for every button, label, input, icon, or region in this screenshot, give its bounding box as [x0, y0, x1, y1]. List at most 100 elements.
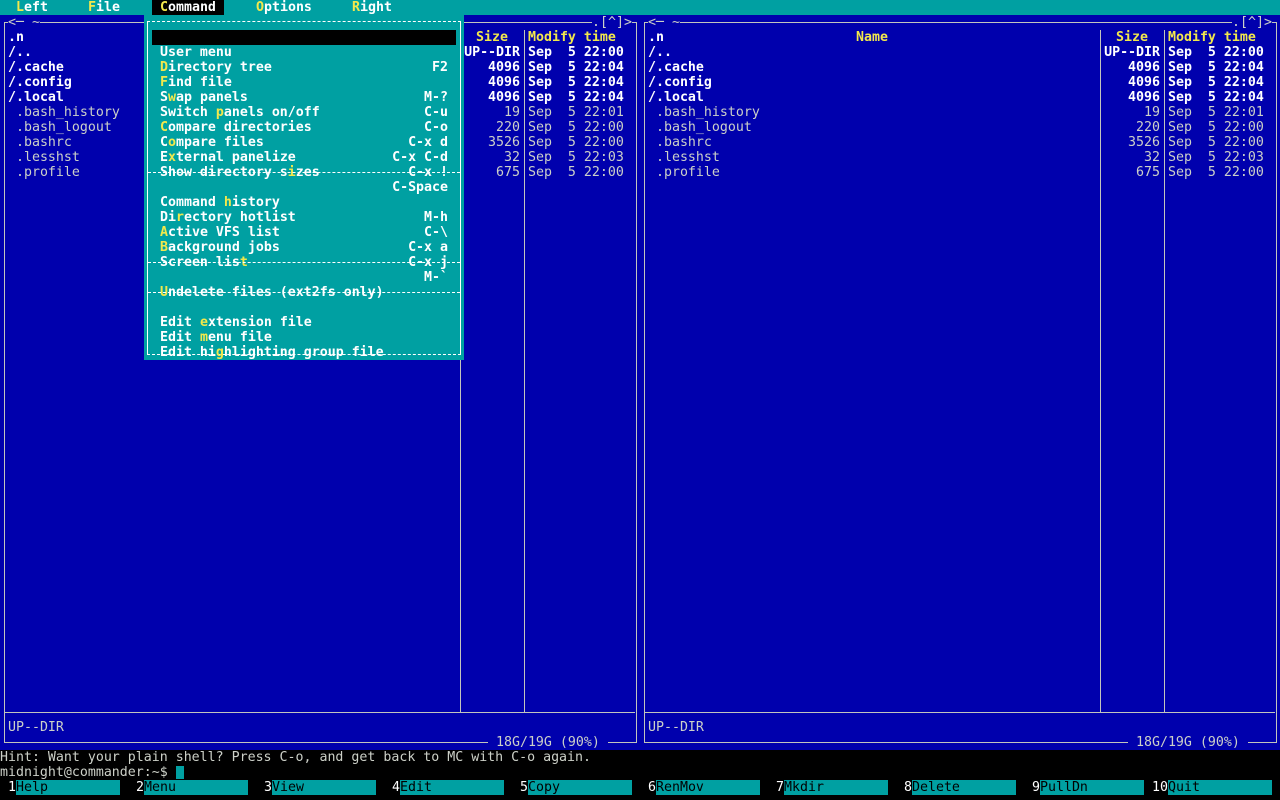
- menubar-hotkey: L: [16, 0, 24, 15]
- function-key-bar: 1 Help 2 Menu 3 View 4 Edit 5 Copy 6 RenMov 7M…: [0, 780, 1280, 795]
- file-mtime: Sep 5 22:00: [528, 165, 624, 180]
- menubar-label: ptions: [264, 0, 312, 15]
- file-row[interactable]: .lesshst 32 Sep 5 22:03: [644, 150, 1276, 165]
- file-name: .bash_history: [648, 105, 760, 120]
- fnkey-label: Edit: [400, 780, 504, 795]
- file-name: .bash_logout: [8, 120, 112, 135]
- file-size: UP--DIR: [464, 45, 520, 60]
- menu-item-undelete-files[interactable]: Undelete files (ext2fs only): [152, 270, 456, 300]
- menu-item-user-menu[interactable]: User menu F2: [152, 30, 456, 75]
- file-row[interactable]: .profile 675 Sep 5 22:00: [644, 165, 1276, 180]
- file-mtime: Sep 5 22:00: [528, 45, 624, 60]
- menu-item-label: Edit highlighting group file: [160, 345, 384, 360]
- menu-item-edit-extension-file[interactable]: Edit extension file: [152, 300, 456, 330]
- mini-status: UP--DIR: [8, 720, 64, 735]
- fnkey-label: Delete: [912, 780, 1016, 795]
- right-panel: <─ ~ .[^]> .n Name Size Modify time /.. …: [640, 15, 1280, 750]
- file-name: /.local: [648, 90, 704, 105]
- command-dropdown-menu: User menu F2 Directory tree Find file M-…: [144, 15, 464, 360]
- menu-item-swap-panels[interactable]: Swap panels C-u: [152, 75, 456, 120]
- panel-updir-control[interactable]: .[^]>: [1232, 15, 1272, 30]
- fnkey-number: 1: [8, 780, 16, 795]
- fnkey-number: 10: [1152, 780, 1168, 795]
- mini-status: UP--DIR: [648, 720, 704, 735]
- menu-item-find-file[interactable]: Find file M-?: [152, 60, 456, 105]
- file-size: 4096: [488, 75, 520, 90]
- file-name: .profile: [8, 165, 80, 180]
- file-row[interactable]: .bash_logout 220 Sep 5 22:00: [644, 120, 1276, 135]
- menubar-hotkey: C: [160, 0, 168, 15]
- fnkey-number: 9: [1032, 780, 1040, 795]
- file-name: .bash_history: [8, 105, 120, 120]
- file-mtime: Sep 5 22:04: [528, 90, 624, 105]
- fnkey-number: 4: [392, 780, 400, 795]
- fnkey-number: 8: [904, 780, 912, 795]
- column-header-size[interactable]: Size: [464, 30, 520, 45]
- file-name: .lesshst: [648, 150, 720, 165]
- panel-path[interactable]: <─ ~: [648, 15, 680, 30]
- file-size: 19: [1144, 105, 1160, 120]
- file-mtime: Sep 5 22:00: [1168, 135, 1264, 150]
- fnkey-number: 2: [136, 780, 144, 795]
- file-mtime: Sep 5 22:04: [1168, 75, 1264, 90]
- file-size: 19: [504, 105, 520, 120]
- file-row[interactable]: /.cache 4096 Sep 5 22:04: [644, 60, 1276, 75]
- menu-item-directory-tree[interactable]: Directory tree: [152, 45, 456, 75]
- menu-item-switch-panels[interactable]: Switch panels on/off C-o: [152, 90, 456, 135]
- menubar-item-options[interactable]: Options: [248, 0, 320, 15]
- column-header-mtime[interactable]: Modify time: [528, 30, 616, 45]
- menubar-label: ommand: [168, 0, 216, 15]
- file-size: 675: [496, 165, 520, 180]
- file-mtime: Sep 5 22:04: [528, 60, 624, 75]
- column-header-mtime[interactable]: Modify time: [1168, 30, 1256, 45]
- file-size: 4096: [488, 60, 520, 75]
- panel-path[interactable]: <─ ~: [8, 15, 40, 30]
- menubar-hotkey: F: [88, 0, 96, 15]
- file-name: /.local: [8, 90, 64, 105]
- fnkey-number: 5: [520, 780, 528, 795]
- menubar-label: ile: [96, 0, 120, 15]
- menubar-item-command[interactable]: Command: [152, 0, 224, 15]
- menu-item-show-directory-sizes[interactable]: Show directory sizes C-Space: [152, 150, 456, 195]
- menu-item-screen-list[interactable]: Screen list M-`: [152, 240, 456, 285]
- menu-item-edit-menu-file[interactable]: Edit menu file: [152, 315, 456, 345]
- file-mtime: Sep 5 22:01: [528, 105, 624, 120]
- menu-item-external-panelize[interactable]: External panelize C-x !: [152, 135, 456, 180]
- menubar-item-left[interactable]: Left: [8, 0, 56, 15]
- file-name: /.cache: [648, 60, 704, 75]
- disk-usage: 18G/19G (90%): [1128, 735, 1248, 750]
- file-row[interactable]: /.config 4096 Sep 5 22:04: [644, 75, 1276, 90]
- menu-item-background-jobs[interactable]: Background jobs C-x j: [152, 225, 456, 270]
- file-row[interactable]: .bash_history 19 Sep 5 22:01: [644, 105, 1276, 120]
- file-mtime: Sep 5 22:01: [1168, 105, 1264, 120]
- menubar-item-file[interactable]: File: [80, 0, 128, 15]
- menubar-label: eft: [24, 0, 48, 15]
- file-row[interactable]: .bashrc 3526 Sep 5 22:00: [644, 135, 1276, 150]
- menubar-item-right[interactable]: Right: [344, 0, 400, 15]
- menu-item-command-history[interactable]: Command history M-h: [152, 180, 456, 225]
- file-size: 3526: [1128, 135, 1160, 150]
- menubar-hotkey: O: [256, 0, 264, 15]
- file-name: /..: [8, 45, 32, 60]
- file-row[interactable]: /.local 4096 Sep 5 22:04: [644, 90, 1276, 105]
- fnkey-number: 3: [264, 780, 272, 795]
- file-size: 220: [496, 120, 520, 135]
- file-size: 4096: [1128, 90, 1160, 105]
- menu-item-active-vfs-list[interactable]: Active VFS list C-x a: [152, 210, 456, 255]
- file-row[interactable]: /.. UP--DIR Sep 5 22:00: [644, 45, 1276, 60]
- menu-item-compare-directories[interactable]: Compare directories C-x d: [152, 105, 456, 150]
- shell-prompt[interactable]: midnight@commander:~$: [0, 765, 168, 780]
- file-size: UP--DIR: [1104, 45, 1160, 60]
- menu-item-directory-hotlist[interactable]: Directory hotlist C-\: [152, 195, 456, 240]
- menu-item-edit-highlighting-group-file[interactable]: Edit highlighting group file: [152, 330, 456, 360]
- column-header-name[interactable]: Name: [648, 30, 1096, 45]
- column-header-size[interactable]: Size: [1104, 30, 1160, 45]
- panel-updir-control[interactable]: .[^]>: [592, 15, 632, 30]
- file-size: 3526: [488, 135, 520, 150]
- fnkey-label: RenMov: [656, 780, 760, 795]
- file-name: /.config: [648, 75, 712, 90]
- mini-status-separator: [5, 712, 635, 713]
- menu-item-compare-files[interactable]: Compare files C-x C-d: [152, 120, 456, 165]
- file-name: .lesshst: [8, 150, 80, 165]
- file-mtime: Sep 5 22:03: [528, 150, 624, 165]
